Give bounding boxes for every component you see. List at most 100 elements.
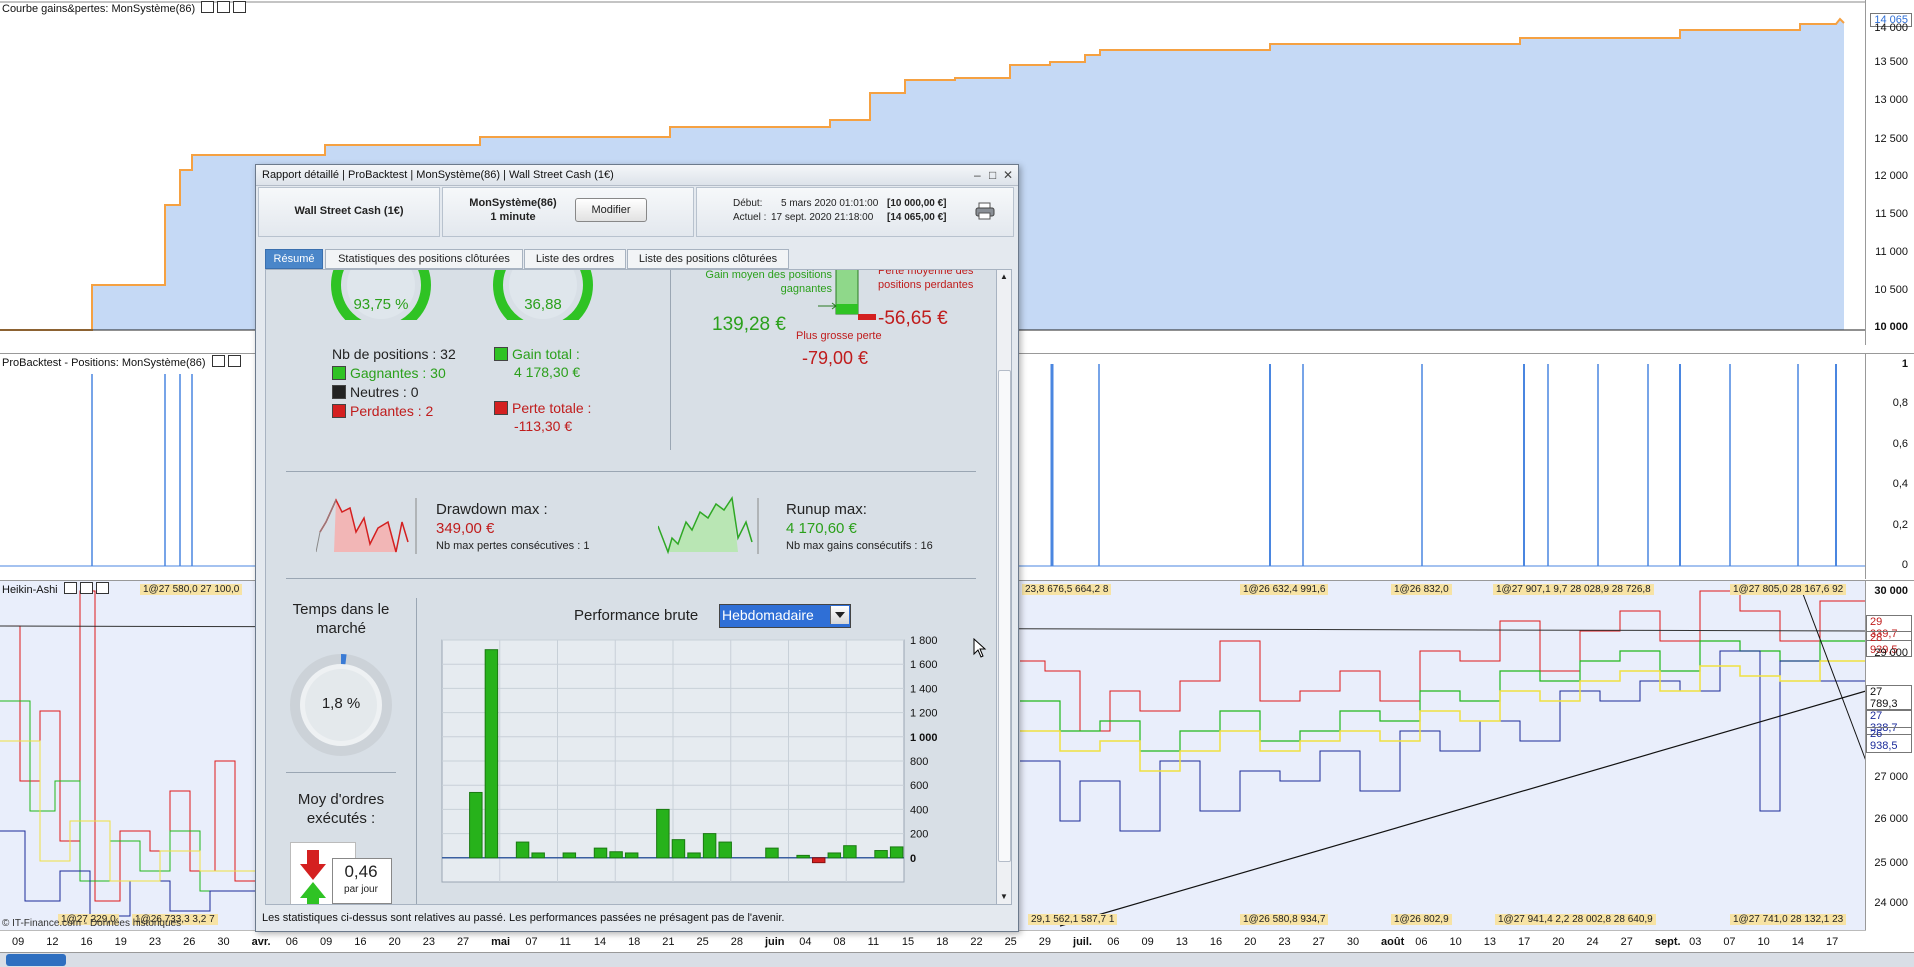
time-axis-label: 17: [1517, 936, 1531, 948]
trade-tag: 29,1 562,1 587,7 1: [1028, 914, 1118, 925]
trade-tag: 23,8 676,5 664,2 8: [1022, 584, 1112, 595]
modify-button[interactable]: Modifier: [575, 198, 647, 222]
summary-content: 93,75 % 36,88 Nb de positions : 32 Gagna…: [265, 269, 997, 905]
time-axis-label: 20: [1244, 936, 1257, 948]
tab-orders[interactable]: Liste des ordres: [524, 249, 626, 269]
time-axis-label: 10: [1757, 936, 1770, 948]
positions-tick: 0: [1901, 559, 1908, 571]
close-icon[interactable]: [233, 1, 247, 13]
bar: [874, 850, 888, 859]
trade-tag: 1@26 580,8 934,7: [1240, 914, 1329, 925]
avg-gain-value: 139,28 €: [712, 314, 786, 335]
runup-label: Runup max:: [786, 501, 867, 518]
bar: [515, 841, 530, 859]
winners-swatch: [332, 366, 346, 380]
bar: [687, 852, 701, 859]
trade-tag: 1@26 802,9: [1391, 914, 1452, 925]
printer-icon[interactable]: [975, 202, 995, 220]
bar: [718, 841, 732, 859]
time-axis-label: août: [1381, 936, 1405, 948]
tab-closed-positions[interactable]: Liste des positions clôturées: [627, 249, 789, 269]
horizontal-separator: [286, 471, 976, 472]
time-axis-label: 06: [1107, 936, 1120, 948]
bar: [843, 845, 857, 859]
price-tick: 29 000: [1874, 647, 1908, 659]
loss-swatch: [494, 401, 508, 415]
bar: [702, 833, 717, 859]
time-axis-label: 07: [525, 936, 538, 948]
equity-tick: 11 000: [1875, 246, 1908, 258]
perf-label: Performance brute: [574, 607, 699, 624]
bar: [609, 851, 623, 859]
content-scrollbar[interactable]: ▲ ▼: [996, 269, 1012, 905]
minimize-icon[interactable]: –: [974, 168, 981, 182]
settings-icon[interactable]: [201, 1, 215, 13]
time-axis-label: mai: [491, 936, 511, 948]
tab-closed-stats[interactable]: Statistiques des positions clôturées: [325, 249, 523, 269]
avg-loss-value: -56,65 €: [878, 308, 948, 329]
scroll-down-icon[interactable]: ▼: [997, 890, 1011, 904]
bar: [624, 852, 639, 859]
trade-tag: 1@27 907,1 9,7 28 028,9 28 726,8: [1493, 584, 1654, 595]
time-axis-label: 09: [12, 936, 25, 948]
max-loss-label: Plus grosse perte: [796, 330, 882, 342]
positions-tick: 1: [1901, 358, 1908, 370]
chevron-down-icon[interactable]: [830, 606, 849, 624]
close-icon[interactable]: ✕: [1003, 168, 1013, 182]
start-value: 5 mars 2020 01:01:00: [781, 198, 879, 209]
win-rate-value: 93,75 %: [353, 296, 409, 313]
neutral-count: Neutres : 0: [332, 384, 418, 400]
time-axis-label: 19: [114, 936, 127, 948]
gain-total-value: 4 178,30 €: [514, 364, 581, 380]
maximize-icon[interactable]: [79, 582, 93, 594]
time-axis-label: 11: [867, 936, 880, 948]
bar: [765, 847, 779, 859]
time-axis-label: 13: [1175, 936, 1188, 948]
horizontal-separator: [286, 772, 396, 773]
equity-tick: 14 000: [1874, 22, 1908, 34]
settings-icon[interactable]: [63, 582, 77, 594]
time-axis-label: avr.: [251, 936, 271, 948]
time-axis-label: 17: [1826, 936, 1839, 948]
price-tick: 26 000: [1874, 813, 1908, 825]
maximize-icon[interactable]: [217, 1, 231, 13]
time-axis-label: 30: [1346, 936, 1360, 948]
max-loss-value: -79,00 €: [802, 348, 869, 368]
period-select[interactable]: Hebdomadaire: [719, 604, 851, 628]
time-axis-label: 18: [936, 936, 949, 948]
time-axis-label: 22: [970, 936, 983, 948]
equity-panel-title: Courbe gains&pertes: MonSystème(86): [2, 1, 247, 15]
close-icon[interactable]: [95, 582, 109, 594]
positions-tick: 0,6: [1892, 438, 1908, 450]
trade-tag: 1@27 580,0 27 100,0: [140, 584, 243, 595]
equity-tick: 13 500: [1874, 56, 1908, 68]
price-tick: 24 000: [1874, 897, 1908, 909]
time-axis-label: 14: [593, 936, 607, 948]
time-axis-label: 27: [456, 936, 470, 948]
drawdown-value: 349,00 €: [436, 520, 495, 537]
maximize-icon[interactable]: □: [989, 168, 996, 182]
avg-gain-label: Gain moyen des positions gagnantes: [705, 269, 832, 295]
mouse-cursor-icon: [973, 638, 987, 658]
time-axis-label: 06: [285, 936, 299, 948]
time-axis-label: 08: [833, 936, 846, 948]
maximize-icon[interactable]: [211, 355, 225, 367]
tab-summary[interactable]: Résumé: [265, 249, 323, 269]
report-titlebar[interactable]: Rapport détaillé | ProBacktest | MonSyst…: [256, 165, 1018, 186]
equity-tick: 12 000: [1874, 170, 1908, 182]
orders-unit: par jour: [344, 884, 378, 895]
gain-swatch: [494, 347, 508, 361]
drawdown-label: Drawdown max :: [436, 501, 548, 518]
scroll-up-icon[interactable]: ▲: [997, 270, 1011, 284]
time-axis-label: 23: [422, 936, 435, 948]
scroll-thumb[interactable]: [998, 370, 1011, 862]
trade-tag: 1@27 741,0 28 132,1 23: [1730, 914, 1847, 925]
price-tick: 27 000: [1874, 771, 1908, 783]
time-axis-label: 10: [1449, 936, 1462, 948]
system-box: MonSystème(86) 1 minute Modifier: [442, 187, 694, 237]
time-axis-label: 27: [1312, 936, 1325, 948]
close-icon[interactable]: [227, 355, 241, 367]
report-window: Rapport détaillé | ProBacktest | MonSyst…: [255, 164, 1019, 932]
avg-bars: [818, 270, 876, 320]
start-button[interactable]: [6, 954, 66, 966]
